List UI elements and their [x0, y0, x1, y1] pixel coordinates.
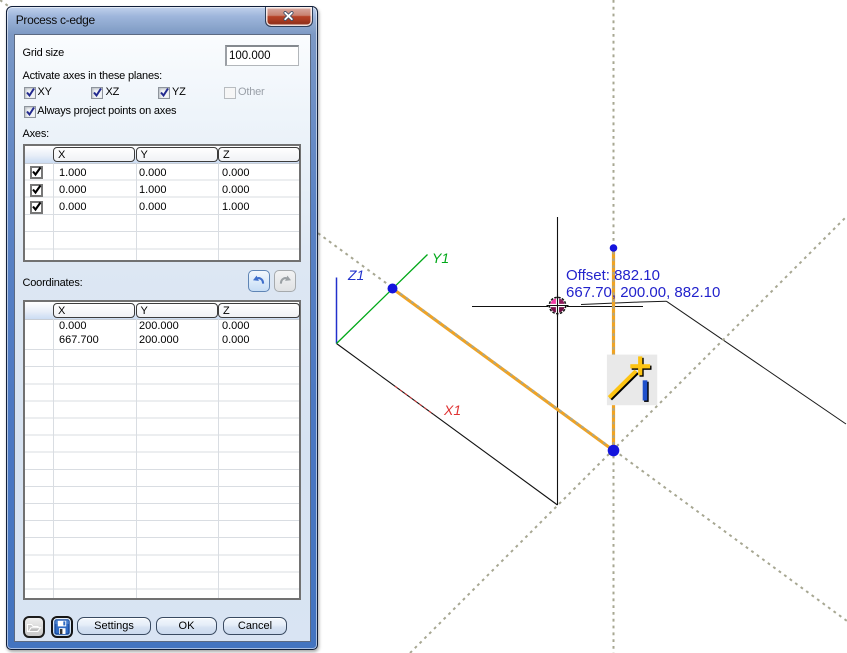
- svg-text:Offset: 882.10: Offset: 882.10: [566, 267, 660, 284]
- svg-text:Z1: Z1: [347, 267, 364, 283]
- svg-text:Y1: Y1: [432, 250, 449, 266]
- svg-text:667.70, 200.00, 882.10: 667.70, 200.00, 882.10: [566, 284, 720, 301]
- svg-text:X1: X1: [443, 402, 461, 418]
